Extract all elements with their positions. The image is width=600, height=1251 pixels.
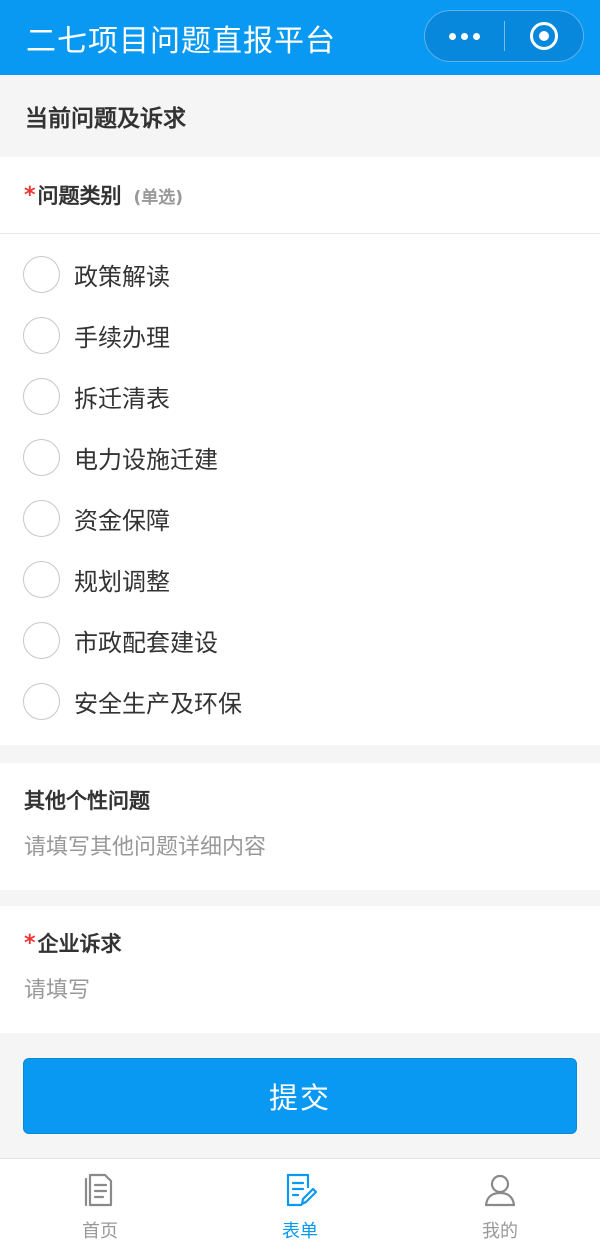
option-label: 规划调整 [74,568,170,596]
appeal-card: * 企业诉求 [0,906,600,1033]
option-planning[interactable]: 规划调整 [0,549,600,610]
radio-circle-icon[interactable] [23,439,60,476]
tab-label: 首页 [82,1221,118,1242]
radio-circle-icon[interactable] [23,317,60,354]
tab-label: 表单 [282,1221,318,1242]
category-label: 问题类别 [37,184,122,208]
option-label: 资金保障 [74,507,170,535]
option-demolition[interactable]: 拆迁清表 [0,366,600,427]
form-edit-icon [286,1173,318,1207]
option-policy[interactable]: 政策解读 [0,244,600,305]
tab-bar: 首页 表单 我的 [0,1158,600,1251]
appeal-label: 企业诉求 [37,932,122,956]
option-procedures[interactable]: 手续办理 [0,305,600,366]
option-label: 电力设施迁建 [74,446,218,474]
option-label: 手续办理 [74,324,170,352]
option-label: 政策解读 [74,263,170,291]
option-label: 拆迁清表 [74,385,170,413]
appeal-label-row: * 企业诉求 [24,928,576,958]
document-icon [84,1173,113,1207]
option-power-relocation[interactable]: 电力设施迁建 [0,427,600,488]
category-options: 政策解读 手续办理 拆迁清表 电力设施迁建 资金保障 规划调整 市政配套建设 安… [0,234,600,732]
appeal-input[interactable] [24,978,576,1003]
other-issue-card: 其他个性问题 [0,763,600,890]
header-bar: 二七项目问题直报平台 [0,0,600,75]
radio-circle-icon[interactable] [23,256,60,293]
tab-label: 我的 [482,1221,518,1242]
page-title: 二七项目问题直报平台 [26,23,336,59]
tab-form[interactable]: 表单 [200,1159,400,1251]
radio-circle-icon[interactable] [23,500,60,537]
user-icon [484,1174,516,1207]
radio-circle-icon[interactable] [23,561,60,598]
option-safety[interactable]: 安全生产及环保 [0,671,600,732]
category-hint: (单选) [133,187,184,208]
radio-circle-icon[interactable] [23,378,60,415]
category-card: * 问题类别 (单选) 政策解读 手续办理 拆迁清表 电力设施迁建 资金保障 规… [0,157,600,745]
option-label: 市政配套建设 [74,629,218,657]
target-circle-icon[interactable] [505,11,583,61]
option-funding[interactable]: 资金保障 [0,488,600,549]
section-title: 当前问题及诉求 [0,75,600,157]
required-mark: * [24,930,36,956]
submit-button[interactable]: 提交 [23,1058,577,1134]
other-issue-label: 其他个性问题 [24,789,150,813]
option-municipal[interactable]: 市政配套建设 [0,610,600,671]
other-issue-input[interactable] [24,835,576,860]
more-dots-icon[interactable] [425,11,504,61]
radio-circle-icon[interactable] [23,622,60,659]
tab-mine[interactable]: 我的 [400,1159,600,1251]
required-mark: * [24,182,36,208]
option-label: 安全生产及环保 [74,690,242,718]
tab-home[interactable]: 首页 [0,1159,200,1251]
category-header: * 问题类别 (单选) [0,157,600,234]
radio-circle-icon[interactable] [23,683,60,720]
mini-program-capsule [424,10,584,62]
